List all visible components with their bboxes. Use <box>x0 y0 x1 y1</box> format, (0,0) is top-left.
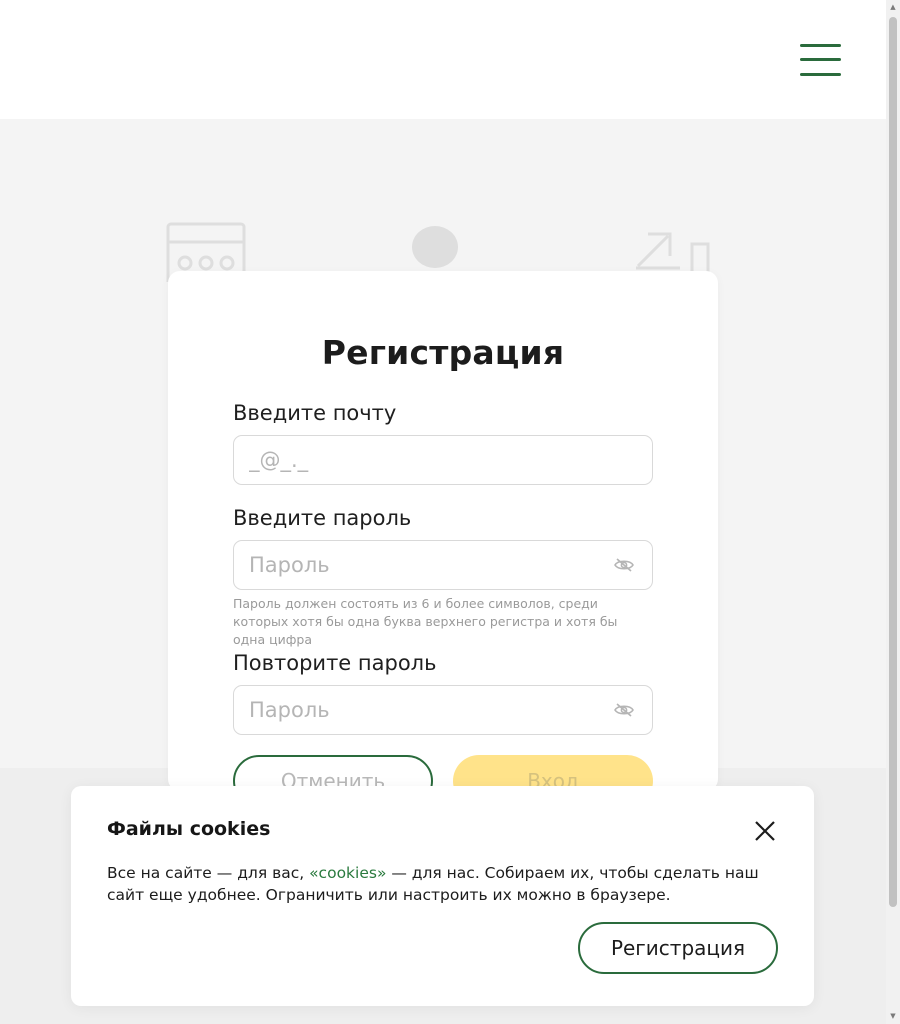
scroll-down-arrow-icon[interactable]: ▼ <box>889 1012 897 1020</box>
repeat-password-label: Повторите пароль <box>233 651 437 675</box>
scrollbar-thumb[interactable] <box>889 17 897 907</box>
site-header <box>0 0 886 119</box>
password-field[interactable] <box>249 541 599 589</box>
cookie-title: Файлы cookies <box>107 818 271 840</box>
hamburger-menu-icon[interactable] <box>800 44 841 76</box>
eye-hidden-icon[interactable] <box>614 557 634 573</box>
password-label: Введите пароль <box>233 506 412 530</box>
password-field-wrapper <box>233 540 653 590</box>
cookies-link[interactable]: «cookies» <box>309 864 386 882</box>
user-decoration-icon <box>412 226 460 270</box>
cookie-register-button[interactable]: Регистрация <box>578 922 778 974</box>
cookie-banner: Файлы cookies Все на сайте — для вас, «c… <box>71 786 814 1006</box>
cookie-text-start: Все на сайте — для вас, <box>107 864 310 882</box>
scroll-up-arrow-icon[interactable]: ▲ <box>889 3 897 11</box>
repeat-password-field-wrapper <box>233 685 653 735</box>
vertical-scrollbar[interactable]: ▲ ▼ <box>886 0 900 1024</box>
email-field[interactable] <box>249 436 599 484</box>
cookie-text: Все на сайте — для вас, «cookies» — для … <box>107 862 787 906</box>
registration-title: Регистрация <box>321 333 565 372</box>
growth-arrow-decoration-icon <box>634 228 714 274</box>
email-label: Введите почту <box>233 401 397 425</box>
password-hint: Пароль должен состоять из 6 и более симв… <box>233 596 618 647</box>
close-icon[interactable] <box>754 820 776 842</box>
eye-hidden-icon[interactable] <box>614 702 634 718</box>
repeat-password-field[interactable] <box>249 686 599 734</box>
email-field-wrapper <box>233 435 653 485</box>
registration-card: Регистрация Введите почту Введите пароль… <box>168 271 718 807</box>
